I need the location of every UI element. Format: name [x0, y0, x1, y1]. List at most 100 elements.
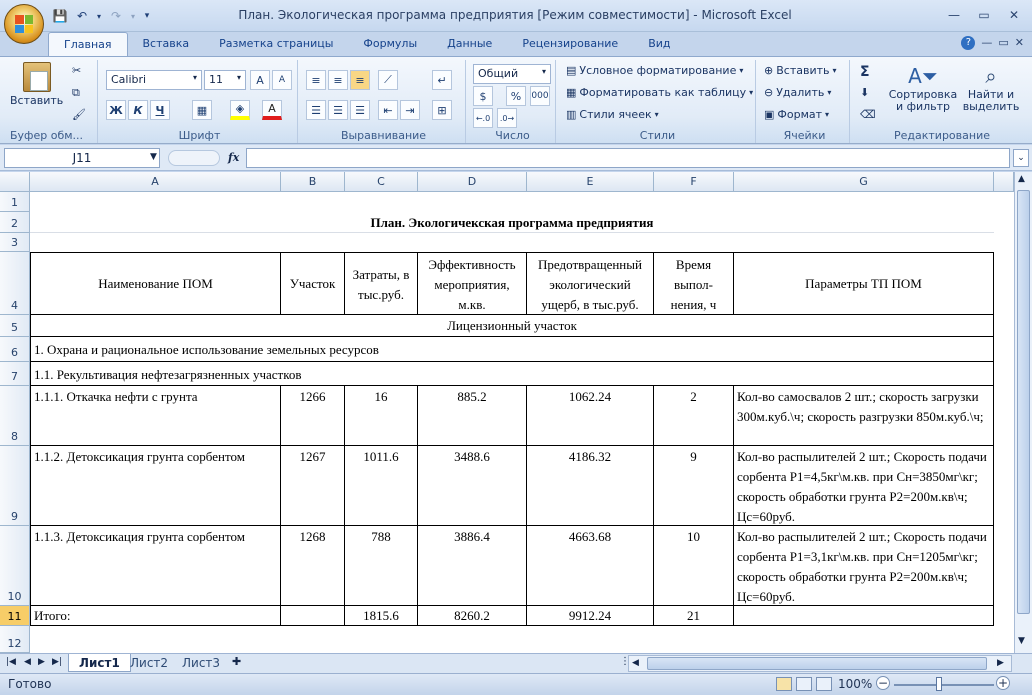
name-box-dropdown-icon[interactable]: ▼: [150, 152, 157, 162]
fill-icon[interactable]: ⬇: [860, 86, 869, 99]
row-header[interactable]: 3: [0, 233, 30, 252]
tab-insert[interactable]: Вставка: [128, 32, 205, 56]
undo-dropdown-icon[interactable]: ▾: [94, 6, 104, 26]
total-time-cell[interactable]: 21: [654, 606, 734, 626]
row-header[interactable]: 5: [0, 315, 30, 337]
conditional-formatting-button[interactable]: ▤ Условное форматирование ▾: [566, 64, 743, 77]
align-center-icon[interactable]: ☰: [328, 100, 348, 120]
ribbon-restore-icon[interactable]: ▭: [998, 36, 1008, 50]
insert-cells-button[interactable]: ⊕ Вставить ▾: [764, 64, 837, 77]
redo-dropdown-icon[interactable]: ▾: [128, 6, 138, 26]
wrap-text-icon[interactable]: ↵: [432, 70, 452, 90]
item-site-cell[interactable]: 1266: [281, 386, 345, 446]
shrink-font-icon[interactable]: A: [272, 70, 292, 90]
item-params-cell[interactable]: Кол-во распылителей 2 шт.; Скорость пода…: [734, 446, 994, 526]
fx-icon[interactable]: fx: [228, 151, 239, 164]
row-header[interactable]: 7: [0, 362, 30, 386]
zoom-slider[interactable]: [894, 684, 994, 686]
zoom-out-icon[interactable]: −: [876, 676, 890, 690]
close-button[interactable]: ✕: [1000, 5, 1028, 25]
zoom-in-icon[interactable]: +: [996, 676, 1010, 690]
thousands-button[interactable]: 000: [530, 86, 550, 106]
col-header-d[interactable]: D: [418, 172, 527, 192]
align-left-icon[interactable]: ☰: [306, 100, 326, 120]
scroll-right-icon[interactable]: ▶: [997, 658, 1004, 668]
header-time-cell[interactable]: Время выпол-нения, ч: [654, 252, 734, 315]
scroll-left-icon[interactable]: ◀: [632, 658, 639, 668]
header-cost-cell[interactable]: Затраты, в тыс.руб.: [345, 252, 418, 315]
formula-bar-handle-icon[interactable]: [168, 150, 220, 166]
col-header-a[interactable]: A: [30, 172, 281, 192]
align-bottom-icon[interactable]: ≡: [350, 70, 370, 90]
row-header[interactable]: 2: [0, 212, 30, 233]
total-eff-cell[interactable]: 8260.2: [418, 606, 527, 626]
item-params-cell[interactable]: Кол-во распылителей 2 шт.; Скорость пода…: [734, 526, 994, 606]
decrease-indent-icon[interactable]: ⇤: [378, 100, 398, 120]
item-cost-cell[interactable]: 1011.6: [345, 446, 418, 526]
zoom-level[interactable]: 100%: [838, 677, 872, 691]
align-right-icon[interactable]: ☰: [350, 100, 370, 120]
find-select-button[interactable]: ⌕ Найти и выделить: [958, 64, 1024, 113]
row-header[interactable]: 6: [0, 337, 30, 362]
increase-indent-icon[interactable]: ⇥: [400, 100, 420, 120]
total-site-cell[interactable]: [281, 606, 345, 626]
delete-cells-button[interactable]: ⊖ Удалить ▾: [764, 86, 831, 99]
bold-button[interactable]: Ж: [106, 100, 126, 120]
merge-cells-icon[interactable]: ⊞: [432, 100, 452, 120]
customize-qat-icon[interactable]: ▾: [140, 6, 154, 26]
scroll-down-icon[interactable]: ▼: [1018, 636, 1025, 646]
currency-icon[interactable]: $: [473, 86, 493, 106]
header-site-cell[interactable]: Участок: [281, 252, 345, 315]
item-damage-cell[interactable]: 4663.68: [527, 526, 654, 606]
next-sheet-icon[interactable]: ▶: [38, 657, 45, 667]
normal-view-icon[interactable]: [776, 677, 792, 691]
item-params-cell[interactable]: Кол-во самосвалов 2 шт.; скорость загруз…: [734, 386, 994, 446]
sheet-tab-3[interactable]: Лист3: [172, 654, 230, 672]
number-format-select[interactable]: Общий ▾: [473, 64, 551, 84]
col-header-h[interactable]: [994, 172, 1014, 192]
col-header-c[interactable]: C: [345, 172, 418, 192]
fill-color-icon[interactable]: ◈: [230, 100, 250, 120]
sheet-title-cell[interactable]: План. Экологичекская программа предприят…: [30, 212, 994, 233]
autosum-button[interactable]: Σ: [860, 64, 870, 80]
format-painter-icon[interactable]: 🖌: [72, 108, 86, 121]
item-cost-cell[interactable]: 16: [345, 386, 418, 446]
group11-cell[interactable]: 1.1. Рекультивация нефтезагрязненных уча…: [30, 362, 994, 386]
item-site-cell[interactable]: 1268: [281, 526, 345, 606]
tab-page-layout[interactable]: Разметка страницы: [204, 32, 348, 56]
item-time-cell[interactable]: 10: [654, 526, 734, 606]
row-header[interactable]: 10: [0, 526, 30, 606]
sort-filter-button[interactable]: A⏷ Сортировка и фильтр: [888, 64, 958, 113]
item-name-cell[interactable]: 1.1.3. Детоксикация грунта сорбентом: [30, 526, 281, 606]
align-top-icon[interactable]: ≡: [306, 70, 326, 90]
undo-icon[interactable]: ↶: [72, 6, 92, 26]
item-damage-cell[interactable]: 4186.32: [527, 446, 654, 526]
prev-sheet-icon[interactable]: ◀: [24, 657, 31, 667]
cut-icon[interactable]: ✂: [72, 64, 81, 77]
decrease-decimal-icon[interactable]: .0→: [497, 108, 517, 128]
total-params-cell[interactable]: [734, 606, 994, 626]
total-damage-cell[interactable]: 9912.24: [527, 606, 654, 626]
last-sheet-icon[interactable]: ▶|: [52, 657, 62, 667]
section-cell[interactable]: Лицензионный участок: [30, 315, 994, 337]
sheet-tab-2[interactable]: Лист2: [120, 654, 178, 672]
increase-decimal-icon[interactable]: ←.0: [473, 108, 493, 128]
office-button[interactable]: [4, 4, 44, 44]
new-sheet-icon[interactable]: ✚: [232, 655, 241, 668]
vertical-scrollbar[interactable]: ▲ ▼: [1014, 172, 1032, 653]
font-name-select[interactable]: Calibri ▾: [106, 70, 202, 90]
row-header-selected[interactable]: 11: [0, 606, 30, 626]
name-box[interactable]: J11: [4, 148, 160, 168]
row-header[interactable]: 12: [0, 626, 30, 653]
group1-cell[interactable]: 1. Охрана и рациональное использование з…: [30, 337, 994, 362]
worksheet-grid[interactable]: A B C D E F G 1 2 3 4 5 6 7 8 9 10 11 12…: [0, 172, 1014, 653]
zoom-slider-thumb[interactable]: [936, 677, 942, 691]
borders-icon[interactable]: ▦: [192, 100, 212, 120]
save-icon[interactable]: 💾: [50, 6, 70, 26]
paste-button[interactable]: Вставить: [10, 62, 63, 107]
ribbon-minimize-icon[interactable]: —: [981, 36, 992, 50]
format-cells-button[interactable]: ▣ Формат ▾: [764, 108, 829, 121]
cell-styles-button[interactable]: ▥ Стили ячеек ▾: [566, 108, 659, 121]
col-header-b[interactable]: B: [281, 172, 345, 192]
copy-icon[interactable]: ⧉: [72, 86, 80, 100]
